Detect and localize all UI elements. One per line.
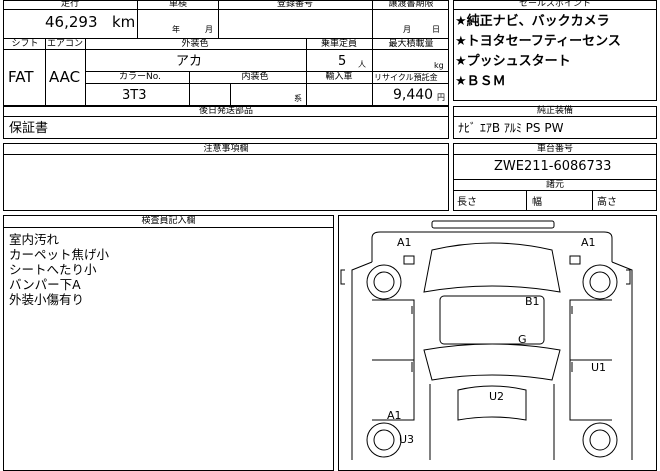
damage-mark: U1	[591, 361, 607, 374]
damage-mark: U2	[489, 390, 505, 403]
damage-mark: A1	[397, 236, 412, 249]
damage-mark: A1	[387, 409, 402, 422]
damage-mark: G	[518, 333, 527, 346]
damage-mark: A1	[581, 236, 596, 249]
car-diagram	[340, 220, 633, 460]
damage-mark: B1	[525, 295, 540, 308]
damage-mark: U3	[399, 433, 415, 446]
